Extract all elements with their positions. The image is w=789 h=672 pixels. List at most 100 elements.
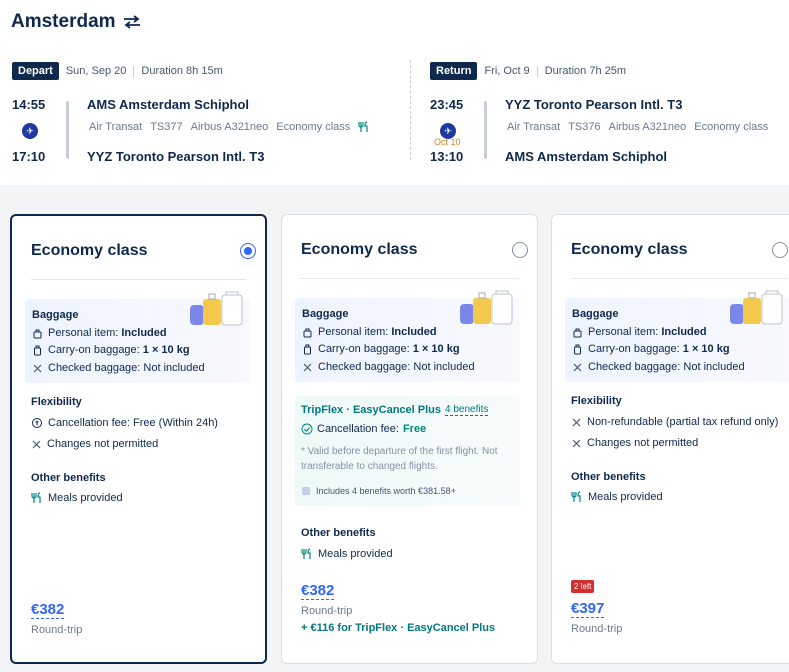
depart-time: 14:55 [12, 97, 46, 112]
meals-row: Meals provided [571, 491, 663, 503]
airline-name: Air Transat [507, 121, 561, 133]
timeline-line [66, 101, 69, 159]
fare-card-2[interactable]: Economy class Baggage Personal item: Inc… [281, 214, 538, 664]
personal-item-icon [573, 328, 582, 337]
return-depart-time: 23:45 [430, 97, 464, 112]
fare-price[interactable]: €382 [31, 601, 65, 619]
arrive-airport: YYZ Toronto Pearson Intl. T3 [87, 149, 265, 164]
other-benefits-title: Other benefits [571, 471, 646, 483]
other-benefits-title: Other benefits [301, 527, 376, 539]
fare-title: Economy class [31, 242, 148, 259]
other-benefits-title: Other benefits [31, 472, 106, 484]
personal-item-icon [33, 329, 42, 338]
return-arrive-airport: AMS Amsterdam Schiphol [505, 149, 668, 164]
carry-on-row: Carry-on baggage: 1 × 10 kg [572, 343, 730, 355]
refund-row: Non-refundable (partial tax refund only) [571, 416, 778, 428]
baggage-title: Baggage [302, 308, 349, 320]
fare-card-1[interactable]: Economy class Baggage Personal item: Inc… [10, 214, 267, 664]
return-flight-info: Air Transat TS376 Airbus A321neo Economy… [507, 121, 768, 133]
return-arrive-time: 13:10 [430, 149, 464, 164]
return-date: Fri, Oct 9 [484, 65, 530, 77]
luggage-illustration-icon [460, 290, 513, 325]
carry-on-icon [304, 344, 311, 354]
depart-duration: Duration 8h 15m [141, 65, 223, 77]
page-title: Amsterdam [11, 11, 142, 33]
next-day-label: Oct 10 [434, 137, 461, 147]
tripflex-title: TripFlex · EasyCancel Plus [301, 404, 442, 416]
flight-info: Air Transat TS377 Airbus A321neo Economy… [89, 121, 370, 133]
cabin-class: Economy class [276, 121, 351, 133]
luggage-illustration-icon [730, 290, 783, 325]
tripflex-benefits-row: Includes 4 benefits worth €381.58+ [301, 486, 456, 496]
tripflex-benefits-link[interactable]: 4 benefits [445, 404, 489, 416]
fare-radio-selected[interactable] [240, 243, 256, 259]
carry-on-icon [574, 344, 581, 354]
airline-name: Air Transat [89, 121, 143, 133]
divider [133, 65, 135, 77]
depart-tag: Depart [12, 62, 59, 80]
x-icon [303, 363, 312, 371]
luggage-illustration-icon [190, 291, 243, 326]
x-icon [573, 363, 582, 371]
benefits-icon [302, 487, 310, 495]
tripflex-section: TripFlex · EasyCancel Plus 4 benefits Ca… [295, 396, 520, 506]
refund-icon [32, 418, 42, 428]
return-depart-airport: YYZ Toronto Pearson Intl. T3 [505, 97, 683, 112]
tripflex-addon-price: + €116 for TripFlex · EasyCancel Plus [301, 622, 496, 634]
checked-baggage-row: Checked baggage: Not included [32, 362, 205, 374]
depart-date: Sun, Sep 20 [65, 65, 127, 77]
carry-on-row: Carry-on baggage: 1 × 10 kg [302, 343, 460, 355]
flight-number: TS377 [150, 121, 183, 133]
personal-item-icon [303, 328, 312, 337]
timeline-line [484, 101, 487, 159]
swap-arrows-icon [123, 15, 140, 29]
changes-row: Changes not permitted [571, 437, 698, 449]
cabin-class: Economy class [694, 121, 769, 133]
fare-price[interactable]: €382 [301, 582, 335, 600]
x-icon [572, 439, 581, 447]
fare-radio[interactable] [772, 242, 788, 258]
fare-price[interactable]: €397 [571, 600, 605, 618]
x-icon [572, 418, 581, 426]
price-note: Round-trip [571, 623, 623, 635]
depart-airport: AMS Amsterdam Schiphol [87, 97, 250, 112]
cancellation-row: Cancellation fee: Free (Within 24h) [31, 417, 218, 429]
tripflex-cancel-row: Cancellation fee: Free [301, 423, 426, 435]
return-tag: Return [430, 62, 478, 80]
price-note: Round-trip [31, 624, 83, 636]
segment-divider [410, 60, 411, 160]
price-note: Round-trip [301, 605, 353, 617]
personal-item-row: Personal item: Included [302, 326, 437, 338]
divider [301, 278, 518, 279]
divider [571, 278, 788, 279]
destination-city: Amsterdam [11, 11, 116, 32]
meal-icon [571, 491, 581, 502]
divider [31, 279, 246, 280]
flexibility-title: Flexibility [571, 395, 622, 407]
meals-row: Meals provided [301, 548, 393, 560]
arrive-time: 17:10 [12, 149, 46, 164]
personal-item-row: Personal item: Included [32, 327, 167, 339]
aircraft: Airbus A321neo [608, 121, 687, 133]
meal-icon [358, 121, 368, 132]
fare-radio[interactable] [512, 242, 528, 258]
baggage-section: Baggage Personal item: Included Carry-on… [295, 290, 520, 382]
return-duration: Duration 7h 25m [544, 65, 627, 77]
baggage-section: Baggage Personal item: Included Carry-on… [25, 291, 250, 383]
fare-title: Economy class [301, 241, 418, 258]
checked-baggage-row: Checked baggage: Not included [572, 361, 745, 373]
carry-on-row: Carry-on baggage: 1 × 10 kg [32, 344, 190, 356]
meal-icon [301, 548, 311, 559]
meal-icon [31, 492, 41, 503]
flight-summary: Amsterdam Depart Sun, Sep 20 Duration 8h… [0, 0, 789, 185]
changes-row: Changes not permitted [31, 438, 158, 450]
personal-item-row: Personal item: Included [572, 326, 707, 338]
x-icon [32, 440, 41, 448]
depart-segment: Depart Sun, Sep 20 Duration 8h 15m 14:55… [12, 61, 392, 181]
carry-on-icon [34, 345, 41, 355]
return-segment: Return Fri, Oct 9 Duration 7h 25m 23:45 … [430, 61, 789, 181]
divider [536, 65, 538, 77]
baggage-section: Baggage Personal item: Included Carry-on… [565, 290, 789, 382]
airline-logo-icon: ✈ [22, 123, 38, 139]
fare-card-3[interactable]: Economy class Baggage Personal item: Inc… [551, 214, 789, 664]
